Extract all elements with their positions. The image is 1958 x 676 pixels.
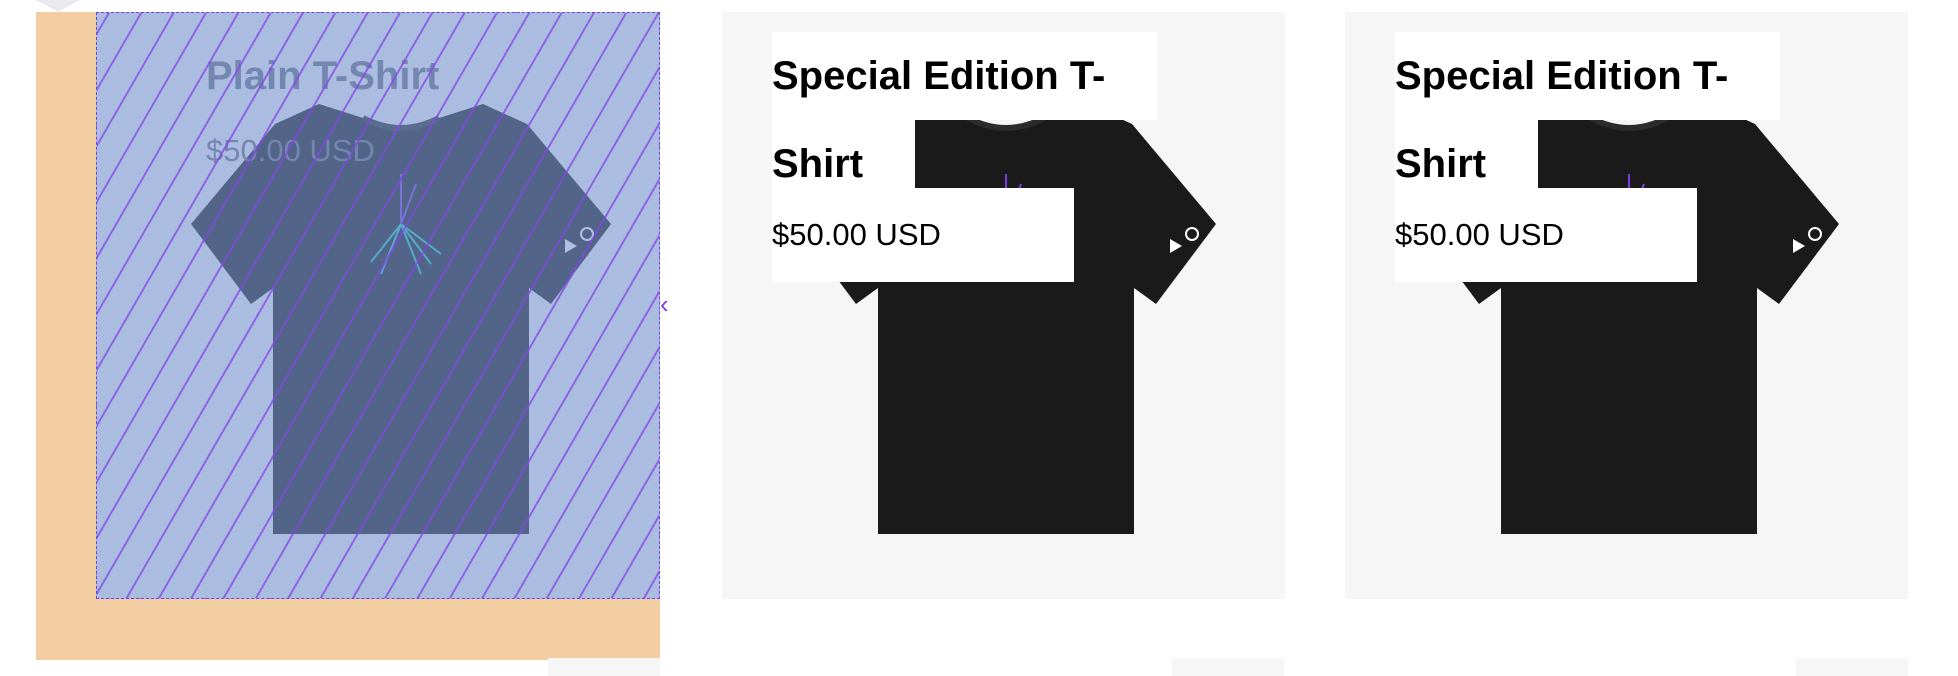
chevron-left-icon[interactable]: ‹ <box>660 291 676 317</box>
product-title-line-1: Special Edition T- <box>1395 32 1781 120</box>
product-image-area: Plain T-Shirt $50.00 USD <box>96 12 660 599</box>
product-price: $50.00 USD <box>772 188 1074 282</box>
next-row-tile <box>1172 658 1284 676</box>
next-row-tile <box>1796 658 1908 676</box>
product-title-line-1: Special Edition T- <box>772 32 1158 120</box>
product-price: $50.00 USD <box>1395 188 1697 282</box>
product-title: Special Edition T- Shirt <box>1395 32 1781 208</box>
next-row-tile <box>548 658 660 676</box>
product-card-special-edition[interactable]: Special Edition T- Shirt $50.00 USD <box>722 12 1285 599</box>
product-price: $50.00 USD <box>206 133 375 168</box>
product-card-plain-tshirt[interactable]: Plain T-Shirt $50.00 USD <box>36 12 660 660</box>
product-title: Special Edition T- Shirt <box>772 32 1158 208</box>
inspector-tooltip-tip <box>36 0 80 12</box>
product-card-special-edition[interactable]: Special Edition T- Shirt $50.00 USD <box>1345 12 1908 599</box>
